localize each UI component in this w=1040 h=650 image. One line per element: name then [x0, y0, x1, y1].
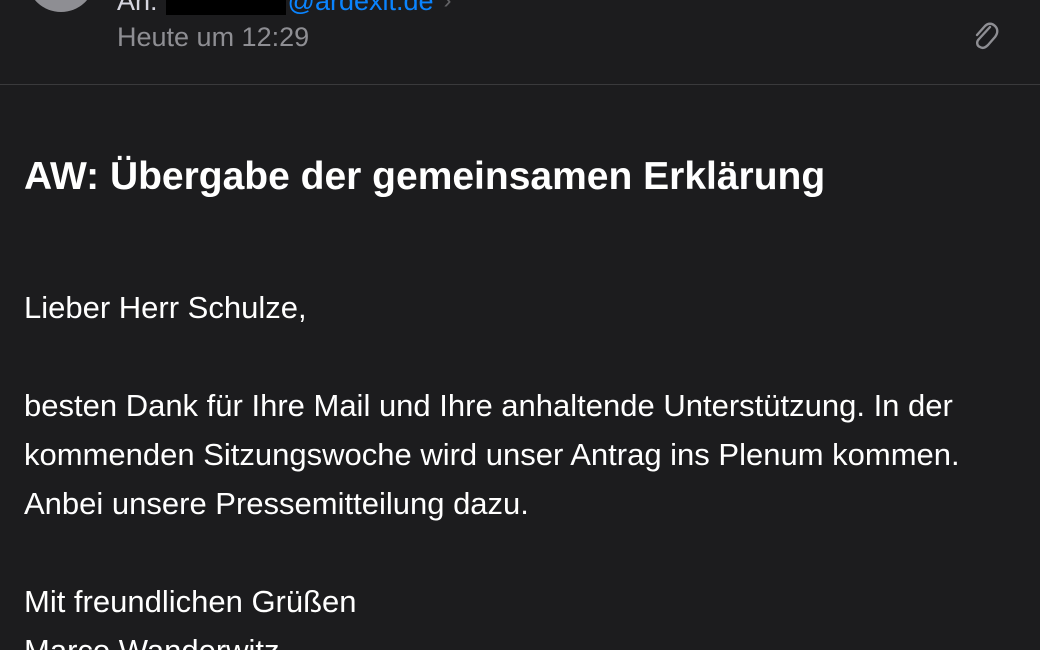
email-signature: Marco Wanderwitz — [24, 626, 1014, 650]
recipient-email-domain[interactable]: @ardexit.de — [288, 0, 434, 16]
email-body: Lieber Herr Schulze, besten Dank für Ihr… — [24, 283, 1014, 650]
email-subject: AW: Übergabe der gemeinsamen Erklärung — [24, 155, 826, 198]
email-view: An: @ardexit.de › Heute um 12:29 AW: Übe… — [0, 0, 1040, 650]
chevron-right-icon[interactable]: › — [444, 0, 452, 16]
sender-avatar[interactable] — [28, 0, 94, 12]
header-divider — [0, 84, 1040, 85]
email-date: Heute um 12:29 — [117, 22, 310, 52]
email-greeting: Lieber Herr Schulze, — [24, 290, 307, 325]
recipient-row[interactable]: An: @ardexit.de › — [117, 0, 452, 16]
email-header: An: @ardexit.de › Heute um 12:29 — [0, 0, 1040, 85]
to-label: An: — [117, 0, 158, 16]
email-paragraph: besten Dank für Ihre Mail und Ihre anhal… — [24, 388, 960, 521]
email-closing: Mit freundlichen Grüßen — [24, 584, 357, 619]
redacted-recipient-name — [165, 0, 286, 15]
paperclip-icon[interactable] — [970, 20, 1000, 54]
